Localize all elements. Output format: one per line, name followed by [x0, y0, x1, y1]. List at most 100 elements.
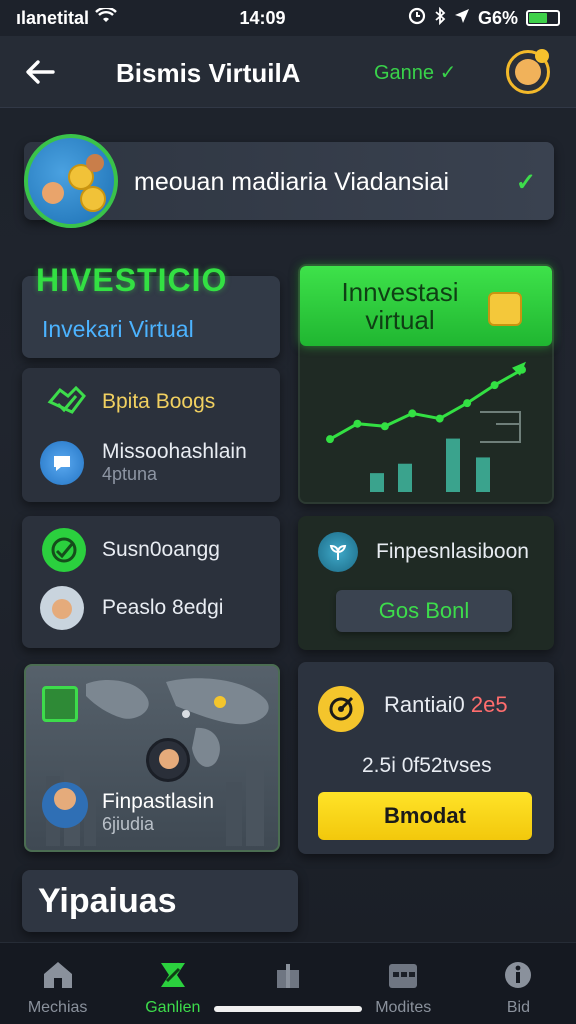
- ranking-card: Rantiai0 2e5 2.5i 0f52tvses Bmodat: [298, 662, 554, 854]
- list-item[interactable]: Finpesnlasiboon: [318, 532, 529, 572]
- item-label: Finpesnlasiboon: [376, 540, 529, 563]
- user-avatar[interactable]: [506, 49, 550, 94]
- page-title: Bismis VirtuilA: [116, 58, 301, 88]
- profile-name: meouan maḋiaria Viadansiai: [134, 168, 450, 196]
- game-check-icon: ✓: [439, 62, 457, 84]
- battery-icon: [525, 10, 560, 26]
- battery-percent: G6%: [477, 7, 518, 28]
- chart-bar: [398, 463, 412, 492]
- list-item[interactable]: Missoohashlain 4ptuna: [40, 440, 247, 485]
- app-screen: ılanetital 14:09 G6% Bismis VirtuilA Gan…: [0, 0, 576, 1024]
- carrier-text: ılanetital: [16, 7, 90, 28]
- status-left: ılanetital: [16, 6, 117, 29]
- coin-stack-icon: [488, 292, 522, 326]
- finance-card: Finpesnlasiboon Gos Bonl: [298, 516, 554, 650]
- status-bar: ılanetital 14:09 G6%: [0, 0, 576, 36]
- item-label: Peaslo 8edgi: [102, 596, 224, 619]
- item-label: Bpita Boogs: [102, 390, 216, 413]
- clock: 14:09: [239, 7, 286, 28]
- game-icon: [157, 959, 189, 991]
- target-icon: [318, 686, 364, 732]
- gift-icon: [272, 959, 304, 991]
- map-item-text: Finpastlasin 6jiudia: [102, 790, 214, 835]
- chart-bar: [476, 457, 490, 492]
- game-link[interactable]: Ganne ✓: [374, 60, 456, 85]
- item-sublabel: 6jiudia: [102, 814, 155, 834]
- nav-label: Mechias: [27, 999, 88, 1016]
- back-arrow-icon: [26, 60, 55, 84]
- face-icon: [52, 599, 72, 619]
- game-label: Ganne: [374, 62, 435, 84]
- invest-heading: HIVESTICIO: [36, 262, 228, 298]
- growth-icon: [42, 686, 78, 722]
- home-icon: [42, 959, 74, 991]
- virtual-investment-button[interactable]: Innvestasi virtual: [300, 266, 552, 346]
- chart-point: [463, 399, 472, 408]
- person-avatar: [40, 586, 84, 630]
- rank-stat: 2.5i 0f52tvses: [362, 754, 492, 777]
- item-label: Susn0oangg: [102, 538, 220, 561]
- coin-icon: [80, 186, 106, 212]
- go-button[interactable]: Gos Bonl: [336, 590, 512, 632]
- success-icon: [42, 528, 86, 572]
- nav-item-game[interactable]: Ganlien: [115, 943, 230, 1024]
- chart-point: [408, 409, 417, 418]
- nav-label: Ganlien: [145, 999, 201, 1016]
- list-item[interactable]: Bpita Boogs: [44, 380, 215, 424]
- chart-point: [353, 419, 362, 428]
- nav-label: Bid: [506, 999, 530, 1016]
- face-icon: [54, 788, 76, 810]
- home-indicator[interactable]: [214, 1006, 362, 1012]
- section-title: Yipaiuas: [38, 882, 177, 920]
- verified-check-icon: ✓: [515, 169, 536, 196]
- chart-title-line1: Innvestasi: [341, 277, 459, 307]
- plant-money-icon: [318, 532, 358, 572]
- rank-text: Rantiai0: [384, 692, 465, 717]
- left-card-3: Susn0oangg Peaslo 8edgi: [22, 516, 280, 648]
- chart-point: [490, 381, 499, 390]
- profile-card[interactable]: meouan maḋiaria Viadansiai ✓: [24, 134, 554, 228]
- profile-avatar: [24, 134, 118, 228]
- bluetooth-icon: [434, 6, 446, 30]
- nav-item-calendar[interactable]: Modites: [346, 943, 461, 1024]
- chart-point: [435, 414, 444, 423]
- chat-icon: [40, 440, 84, 485]
- nav-item-home[interactable]: Mechias: [0, 943, 115, 1024]
- back-button[interactable]: [22, 54, 58, 90]
- chart-bar: [370, 473, 384, 492]
- person-avatar: [42, 782, 88, 828]
- nav-item-info[interactable]: Bid: [461, 943, 576, 1024]
- location-icon: [454, 8, 470, 29]
- handshake-icon: [44, 380, 88, 424]
- battery-fill: [528, 13, 548, 23]
- wifi-icon: [95, 6, 117, 29]
- status-right: G6%: [408, 6, 560, 30]
- rank-value: 2e5: [470, 692, 508, 717]
- virtual-investment-label: Invekari Virtual: [42, 316, 194, 342]
- alarm-icon: [408, 7, 426, 30]
- rank-label: Rantiai0 2e5: [384, 692, 508, 718]
- action-button[interactable]: Bmodat: [318, 792, 532, 840]
- item-sublabel: 4ptuna: [102, 464, 158, 484]
- item-label: Missoohashlain: [102, 440, 247, 463]
- notification-dot: [535, 49, 549, 63]
- nav-label: Modites: [375, 999, 432, 1016]
- chart-bar: [446, 438, 460, 492]
- investment-chart-card[interactable]: Innvestasi virtual: [298, 264, 554, 504]
- chart-frame: [480, 411, 521, 443]
- info-icon: [502, 959, 534, 991]
- person-icon: [42, 182, 64, 204]
- calendar-icon: [387, 959, 419, 991]
- avatar-face: [515, 59, 541, 85]
- section-header: Yipaiuas: [22, 870, 298, 932]
- list-item[interactable]: Peaslo 8edgi: [40, 586, 223, 630]
- map-card[interactable]: Finpastlasin 6jiudia: [24, 664, 280, 852]
- chart-point: [380, 422, 389, 431]
- line-chart: [326, 361, 526, 492]
- chart-button-text: Innvestasi virtual: [300, 278, 500, 334]
- item-text: Missoohashlain 4ptuna: [102, 440, 247, 485]
- list-item[interactable]: Susn0oangg: [42, 528, 220, 572]
- chart-title-line2: virtual: [365, 305, 435, 335]
- chart-point: [326, 435, 334, 444]
- person-icon: [86, 154, 104, 172]
